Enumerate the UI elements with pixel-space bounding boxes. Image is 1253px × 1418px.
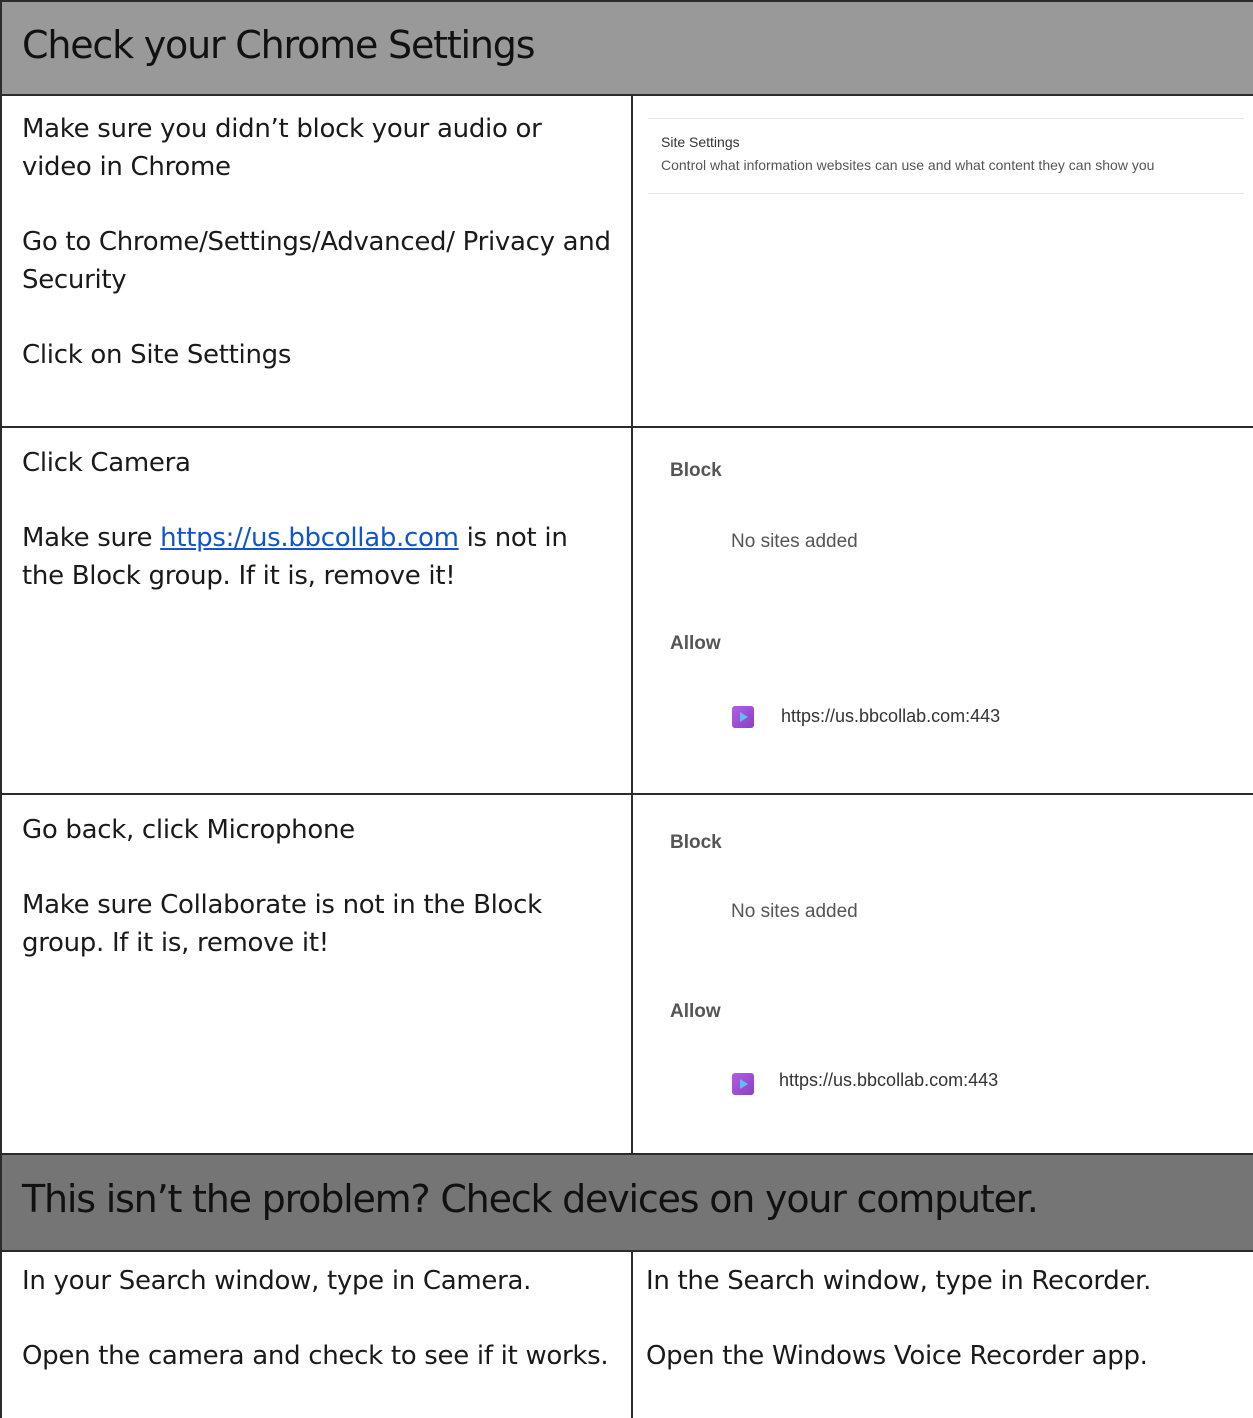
section-header-devices: This isn’t the problem? Check devices on… <box>0 1155 1253 1250</box>
camera-device-text-2: Open the camera and check to see if it w… <box>22 1341 609 1371</box>
table-border-top <box>0 0 1253 2</box>
site-settings-description: Control what information websites can us… <box>661 157 1155 173</box>
section-title: This isn’t the problem? Check devices on… <box>22 1177 1039 1221</box>
site-favicon-icon <box>732 706 754 728</box>
site-settings-title[interactable]: Site Settings <box>661 134 740 150</box>
row2-instructions: Click Camera Make sure https://us.bbcoll… <box>22 444 612 632</box>
camera-no-sites: No sites added <box>731 531 858 552</box>
row2-text-2: Make sure https://us.bbcollab.com is not… <box>22 523 568 591</box>
camera-device-instructions: In your Search window, type in Camera. O… <box>22 1262 612 1412</box>
site-favicon-icon <box>732 1073 754 1095</box>
row1-text-2: Go to Chrome/Settings/Advanced/ Privacy … <box>22 227 611 295</box>
camera-device-text-1: In your Search window, type in Camera. <box>22 1266 532 1296</box>
row2-text-1: Click Camera <box>22 448 191 478</box>
screenshot-divider-bottom <box>648 193 1244 194</box>
row3-text-2: Make sure Collaborate is not in the Bloc… <box>22 890 542 958</box>
camera-block-label: Block <box>670 460 722 481</box>
section-header-chrome-settings: Check your Chrome Settings <box>0 0 1253 94</box>
row-divider <box>0 94 1253 96</box>
row3-instructions: Go back, click Microphone Make sure Coll… <box>22 811 612 999</box>
recorder-device-text-2: Open the Windows Voice Recorder app. <box>646 1341 1148 1371</box>
row3-text-1: Go back, click Microphone <box>22 815 355 845</box>
screenshot-divider-top <box>648 118 1244 119</box>
microphone-allow-label: Allow <box>670 1001 721 1022</box>
row-divider <box>0 1153 1253 1155</box>
camera-allow-label: Allow <box>670 633 721 654</box>
camera-allowed-site[interactable]: https://us.bbcollab.com:443 <box>781 706 1000 727</box>
row1-text-1: Make sure you didn’t block your audio or… <box>22 114 542 182</box>
row-divider <box>0 1250 1253 1252</box>
recorder-device-instructions: In the Search window, type in Recorder. … <box>646 1262 1246 1412</box>
row1-instructions: Make sure you didn’t block your audio or… <box>22 110 612 411</box>
table-border-left <box>0 0 2 1418</box>
column-divider <box>631 94 633 1155</box>
bbcollab-link[interactable]: https://us.bbcollab.com <box>160 523 459 553</box>
column-divider <box>631 1250 633 1418</box>
row-divider <box>0 793 1253 795</box>
row1-text-3: Click on Site Settings <box>22 340 292 370</box>
microphone-block-label: Block <box>670 832 722 853</box>
section-title: Check your Chrome Settings <box>22 23 535 67</box>
microphone-allowed-site[interactable]: https://us.bbcollab.com:443 <box>779 1070 998 1091</box>
recorder-device-text-1: In the Search window, type in Recorder. <box>646 1266 1152 1296</box>
row-divider <box>0 426 1253 428</box>
microphone-no-sites: No sites added <box>731 901 858 922</box>
